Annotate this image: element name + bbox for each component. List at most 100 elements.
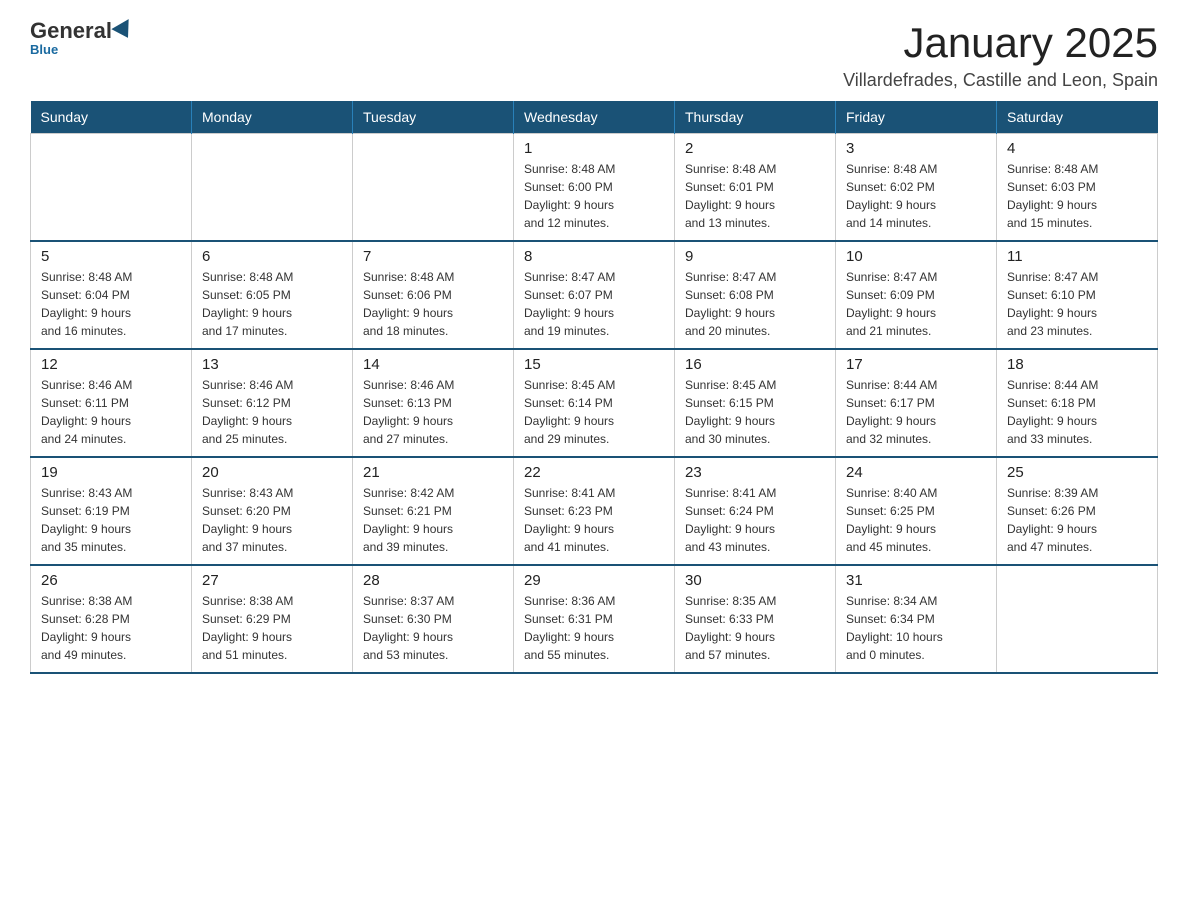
day-number: 24: [846, 464, 986, 481]
title-section: January 2025 Villardefrades, Castille an…: [843, 20, 1158, 91]
day-number: 27: [202, 572, 342, 589]
day-info: Sunrise: 8:40 AMSunset: 6:25 PMDaylight:…: [846, 484, 986, 556]
calendar-cell: 4Sunrise: 8:48 AMSunset: 6:03 PMDaylight…: [997, 134, 1158, 242]
logo-triangle-icon: [111, 19, 136, 43]
day-info: Sunrise: 8:41 AMSunset: 6:23 PMDaylight:…: [524, 484, 664, 556]
day-info: Sunrise: 8:38 AMSunset: 6:28 PMDaylight:…: [41, 592, 181, 664]
calendar-week-row: 1 Sunrise: 8:48 AMSunset: 6:00 PMDaylight…: [31, 134, 1158, 242]
day-info: Sunrise: 8:34 AMSunset: 6:34 PMDaylight:…: [846, 592, 986, 664]
calendar-cell: 5Sunrise: 8:48 AMSunset: 6:04 PMDaylight…: [31, 241, 192, 349]
calendar-cell: 7Sunrise: 8:48 AMSunset: 6:06 PMDaylight…: [353, 241, 514, 349]
day-info: Sunrise: 8:48 AMSunset: 6:02 PMDaylight:…: [846, 160, 986, 232]
calendar-cell: 21 Sunrise: 8:42 AMSunset: 6:21 PMDayligh…: [353, 457, 514, 565]
day-info: Sunrise: 8:47 AMSunset: 6:07 PMDaylight:…: [524, 268, 664, 340]
calendar-cell: 9 Sunrise: 8:47 AMSunset: 6:08 PMDaylight…: [675, 241, 836, 349]
calendar-week-row: 5Sunrise: 8:48 AMSunset: 6:04 PMDaylight…: [31, 241, 1158, 349]
weekday-header-sunday: Sunday: [31, 101, 192, 134]
day-info: Sunrise: 8:43 AMSunset: 6:19 PMDaylight:…: [41, 484, 181, 556]
day-number: 3: [846, 140, 986, 157]
calendar-table: SundayMondayTuesdayWednesdayThursdayFrid…: [30, 101, 1158, 674]
calendar-cell: 25 Sunrise: 8:39 AMSunset: 6:26 PMDayligh…: [997, 457, 1158, 565]
day-number: 1: [524, 140, 664, 157]
day-number: 11: [1007, 248, 1147, 265]
day-number: 29: [524, 572, 664, 589]
calendar-week-row: 19 Sunrise: 8:43 AMSunset: 6:19 PMDayligh…: [31, 457, 1158, 565]
calendar-cell: 17Sunrise: 8:44 AMSunset: 6:17 PMDayligh…: [836, 349, 997, 457]
calendar-cell: 6 Sunrise: 8:48 AMSunset: 6:05 PMDaylight…: [192, 241, 353, 349]
day-number: 12: [41, 356, 181, 373]
calendar-cell: 15 Sunrise: 8:45 AMSunset: 6:14 PMDayligh…: [514, 349, 675, 457]
day-info: Sunrise: 8:45 AMSunset: 6:15 PMDaylight:…: [685, 376, 825, 448]
day-info: Sunrise: 8:46 AMSunset: 6:11 PMDaylight:…: [41, 376, 181, 448]
logo: General Blue: [30, 20, 136, 57]
day-info: Sunrise: 8:37 AMSunset: 6:30 PMDaylight:…: [363, 592, 503, 664]
calendar-cell: 11 Sunrise: 8:47 AMSunset: 6:10 PMDayligh…: [997, 241, 1158, 349]
day-info: Sunrise: 8:48 AMSunset: 6:00 PMDaylight:…: [524, 160, 664, 232]
calendar-week-row: 26 Sunrise: 8:38 AMSunset: 6:28 PMDayligh…: [31, 565, 1158, 673]
calendar-cell: 26 Sunrise: 8:38 AMSunset: 6:28 PMDayligh…: [31, 565, 192, 673]
day-info: Sunrise: 8:46 AMSunset: 6:12 PMDaylight:…: [202, 376, 342, 448]
day-number: 8: [524, 248, 664, 265]
day-info: Sunrise: 8:42 AMSunset: 6:21 PMDaylight:…: [363, 484, 503, 556]
day-number: 6: [202, 248, 342, 265]
weekday-header-friday: Friday: [836, 101, 997, 134]
location-subtitle: Villardefrades, Castille and Leon, Spain: [843, 70, 1158, 91]
day-number: 4: [1007, 140, 1147, 157]
calendar-cell: 27 Sunrise: 8:38 AMSunset: 6:29 PMDayligh…: [192, 565, 353, 673]
day-info: Sunrise: 8:35 AMSunset: 6:33 PMDaylight:…: [685, 592, 825, 664]
day-number: 28: [363, 572, 503, 589]
logo-general-text: General: [30, 20, 112, 42]
day-number: 7: [363, 248, 503, 265]
day-number: 20: [202, 464, 342, 481]
day-number: 30: [685, 572, 825, 589]
calendar-cell: 8 Sunrise: 8:47 AMSunset: 6:07 PMDaylight…: [514, 241, 675, 349]
day-info: Sunrise: 8:38 AMSunset: 6:29 PMDaylight:…: [202, 592, 342, 664]
calendar-cell: [192, 134, 353, 242]
calendar-week-row: 12 Sunrise: 8:46 AMSunset: 6:11 PMDayligh…: [31, 349, 1158, 457]
day-info: Sunrise: 8:48 AMSunset: 6:01 PMDaylight:…: [685, 160, 825, 232]
day-number: 25: [1007, 464, 1147, 481]
calendar-cell: 20 Sunrise: 8:43 AMSunset: 6:20 PMDayligh…: [192, 457, 353, 565]
day-number: 9: [685, 248, 825, 265]
day-number: 22: [524, 464, 664, 481]
day-number: 21: [363, 464, 503, 481]
weekday-header-monday: Monday: [192, 101, 353, 134]
day-number: 5: [41, 248, 181, 265]
calendar-cell: 28 Sunrise: 8:37 AMSunset: 6:30 PMDayligh…: [353, 565, 514, 673]
calendar-cell: [31, 134, 192, 242]
calendar-cell: 18Sunrise: 8:44 AMSunset: 6:18 PMDayligh…: [997, 349, 1158, 457]
calendar-cell: 19 Sunrise: 8:43 AMSunset: 6:19 PMDayligh…: [31, 457, 192, 565]
day-number: 16: [685, 356, 825, 373]
calendar-cell: 3 Sunrise: 8:48 AMSunset: 6:02 PMDaylight…: [836, 134, 997, 242]
page-header: General Blue January 2025 Villardefrades…: [30, 20, 1158, 91]
day-number: 23: [685, 464, 825, 481]
calendar-cell: 12 Sunrise: 8:46 AMSunset: 6:11 PMDayligh…: [31, 349, 192, 457]
calendar-cell: 23Sunrise: 8:41 AMSunset: 6:24 PMDayligh…: [675, 457, 836, 565]
day-info: Sunrise: 8:47 AMSunset: 6:09 PMDaylight:…: [846, 268, 986, 340]
day-info: Sunrise: 8:47 AMSunset: 6:08 PMDaylight:…: [685, 268, 825, 340]
day-number: 17: [846, 356, 986, 373]
day-info: Sunrise: 8:36 AMSunset: 6:31 PMDaylight:…: [524, 592, 664, 664]
day-info: Sunrise: 8:43 AMSunset: 6:20 PMDaylight:…: [202, 484, 342, 556]
day-info: Sunrise: 8:46 AMSunset: 6:13 PMDaylight:…: [363, 376, 503, 448]
weekday-header-wednesday: Wednesday: [514, 101, 675, 134]
day-info: Sunrise: 8:47 AMSunset: 6:10 PMDaylight:…: [1007, 268, 1147, 340]
day-number: 14: [363, 356, 503, 373]
calendar-cell: 2Sunrise: 8:48 AMSunset: 6:01 PMDaylight…: [675, 134, 836, 242]
day-number: 19: [41, 464, 181, 481]
day-number: 31: [846, 572, 986, 589]
logo-blue-text: Blue: [30, 42, 58, 57]
day-number: 18: [1007, 356, 1147, 373]
calendar-cell: 16 Sunrise: 8:45 AMSunset: 6:15 PMDayligh…: [675, 349, 836, 457]
day-number: 26: [41, 572, 181, 589]
calendar-cell: 1 Sunrise: 8:48 AMSunset: 6:00 PMDaylight…: [514, 134, 675, 242]
calendar-cell: 14 Sunrise: 8:46 AMSunset: 6:13 PMDayligh…: [353, 349, 514, 457]
calendar-cell: 10Sunrise: 8:47 AMSunset: 6:09 PMDayligh…: [836, 241, 997, 349]
calendar-header-row: SundayMondayTuesdayWednesdayThursdayFrid…: [31, 101, 1158, 134]
day-info: Sunrise: 8:48 AMSunset: 6:05 PMDaylight:…: [202, 268, 342, 340]
weekday-header-tuesday: Tuesday: [353, 101, 514, 134]
calendar-cell: 13Sunrise: 8:46 AMSunset: 6:12 PMDayligh…: [192, 349, 353, 457]
day-info: Sunrise: 8:39 AMSunset: 6:26 PMDaylight:…: [1007, 484, 1147, 556]
day-info: Sunrise: 8:45 AMSunset: 6:14 PMDaylight:…: [524, 376, 664, 448]
day-number: 15: [524, 356, 664, 373]
